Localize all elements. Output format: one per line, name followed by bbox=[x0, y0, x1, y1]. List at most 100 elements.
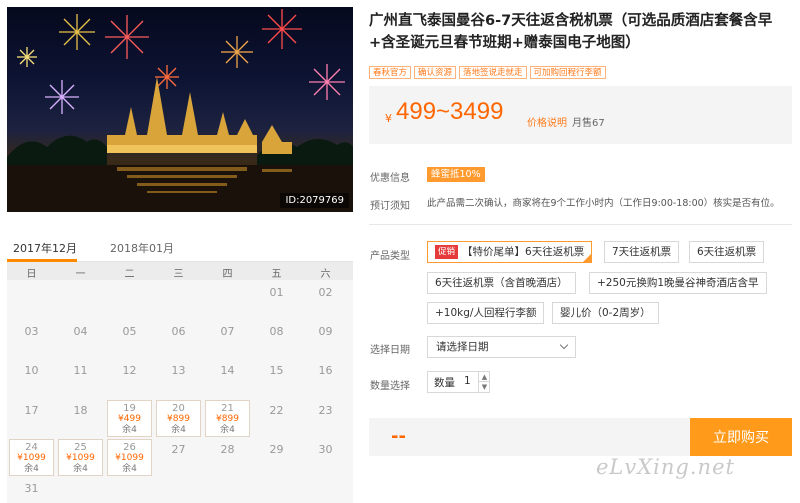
buy-now-button[interactable]: 立即购买 bbox=[690, 418, 792, 456]
calendar-day-number: 24 bbox=[25, 441, 38, 453]
tab-month-2017-12[interactable]: 2017年12月 bbox=[13, 240, 77, 256]
fireworks-temple-illustration bbox=[7, 9, 353, 212]
calendar-day: 08 bbox=[252, 321, 301, 359]
total-price: -- bbox=[391, 426, 406, 447]
calendar-day: 30 bbox=[301, 439, 350, 477]
calendar-day: 23 bbox=[301, 400, 350, 438]
calendar-day-number: 15 bbox=[269, 364, 284, 378]
product-type-label: 产品类型 bbox=[370, 251, 410, 262]
calendar-day: 06 bbox=[154, 321, 203, 359]
product-option-6day-hotel[interactable]: 6天往返机票（含首晚酒店） bbox=[427, 272, 576, 294]
calendar-day-number: 22 bbox=[269, 403, 284, 417]
calendar-day: 17 bbox=[7, 400, 56, 438]
product-option-hotel-upgrade[interactable]: +250元换购1晚曼谷神奇酒店含早 bbox=[589, 272, 767, 294]
promo-badge: 蜂蜜抵10% bbox=[427, 167, 485, 182]
divider bbox=[369, 224, 792, 225]
tag-extra-baggage: 可加购回程行李额 bbox=[529, 66, 606, 79]
calendar-day: 03 bbox=[7, 321, 56, 359]
calendar-day-number: 17 bbox=[24, 403, 39, 417]
product-option-label: +10kg/人回程行李额 bbox=[435, 307, 537, 319]
calendar-day-number: 04 bbox=[73, 325, 88, 339]
product-option-label: 6天往返机票 bbox=[697, 246, 757, 258]
product-option-baggage[interactable]: +10kg/人回程行李额 bbox=[427, 302, 545, 324]
calendar-day: 01 bbox=[252, 282, 301, 320]
calendar-day-number: 31 bbox=[24, 482, 39, 495]
calendar-day-number: 18 bbox=[73, 403, 88, 417]
product-option-label: 7天往返机票 bbox=[612, 246, 672, 258]
calendar-day-number: 20 bbox=[172, 402, 185, 414]
calendar-day-number: 16 bbox=[318, 364, 333, 378]
calendar-day-price: ¥899 bbox=[167, 413, 190, 424]
weekday-fri: 五 bbox=[271, 269, 282, 280]
calendar-day-number: 21 bbox=[221, 402, 234, 414]
date-select-placeholder: 请选择日期 bbox=[436, 341, 489, 353]
image-id-label: ID:2079769 bbox=[280, 193, 349, 208]
calendar-day-available[interactable]: 24 ¥1099 余4 bbox=[9, 438, 54, 476]
calendar-day-available[interactable]: 19 ¥499 余4 bbox=[107, 399, 152, 437]
calendar-day: 15 bbox=[252, 360, 301, 398]
calendar-day-number: 19 bbox=[123, 402, 136, 414]
calendar-weekday-header: 日 一 二 三 四 五 六 bbox=[7, 262, 353, 280]
calendar-day-stock: 余4 bbox=[24, 463, 39, 474]
calendar-day-number: 07 bbox=[220, 325, 235, 339]
calendar-day: 31 bbox=[7, 478, 56, 503]
product-option-infant[interactable]: 婴儿价（0-2周岁） bbox=[552, 302, 659, 324]
product-option-label: +250元换购1晚曼谷神奇酒店含早 bbox=[597, 277, 759, 289]
calendar-day: 27 bbox=[154, 439, 203, 477]
calendar-day-number: 11 bbox=[73, 364, 88, 378]
date-select-dropdown[interactable]: 请选择日期 bbox=[427, 336, 576, 358]
calendar-day-number: 14 bbox=[220, 364, 235, 378]
calendar-day-number: 10 bbox=[24, 364, 39, 378]
product-option-label: 6天往返机票（含首晚酒店） bbox=[435, 277, 568, 289]
weekday-wed: 三 bbox=[173, 269, 184, 280]
calendar-day: 09 bbox=[301, 321, 350, 359]
calendar-day: 16 bbox=[301, 360, 350, 398]
tab-month-2018-01[interactable]: 2018年01月 bbox=[110, 240, 174, 256]
calendar-day-stock: 余4 bbox=[220, 424, 235, 435]
price-explanation-link[interactable]: 价格说明 bbox=[527, 114, 567, 129]
quantity-value[interactable]: 1 bbox=[464, 375, 471, 387]
tag-spring-official: 春秋官方 bbox=[369, 66, 412, 79]
calendar-day-available[interactable]: 25 ¥1099 余4 bbox=[58, 438, 103, 476]
booking-notice-label: 预订须知 bbox=[370, 201, 410, 212]
weekday-mon: 一 bbox=[75, 269, 86, 280]
monthly-sales: 月售67 bbox=[572, 118, 605, 129]
product-tags: 春秋官方 确认资源 落地签说走就走 可加购回程行李额 bbox=[369, 64, 609, 79]
calendar-day-stock: 余4 bbox=[122, 463, 137, 474]
product-option-special-6day[interactable]: 促销 【特价尾单】6天往返机票 bbox=[427, 241, 593, 263]
calendar-day-price: ¥499 bbox=[118, 413, 141, 424]
calendar-day: 22 bbox=[252, 400, 301, 438]
calendar-day-number: 02 bbox=[318, 286, 333, 299]
product-option-7day[interactable]: 7天往返机票 bbox=[604, 241, 680, 263]
currency-symbol: ¥ bbox=[385, 112, 392, 125]
calendar-day: 14 bbox=[203, 360, 252, 398]
weekday-sat: 六 bbox=[320, 269, 331, 280]
calendar-day-number: 29 bbox=[269, 442, 284, 456]
quantity-stepper[interactable]: 数量 1 ▲ ▼ bbox=[427, 371, 490, 393]
product-hero-image[interactable]: ID:2079769 bbox=[7, 7, 353, 212]
calendar-day: 10 bbox=[7, 360, 56, 398]
tag-visa-on-arrival: 落地签说走就走 bbox=[459, 66, 527, 79]
calendar-day: 12 bbox=[105, 360, 154, 398]
price-range: 499~3499 bbox=[396, 98, 504, 125]
product-option-6day[interactable]: 6天往返机票 bbox=[689, 241, 765, 263]
calendar-day-price: ¥1099 bbox=[17, 452, 46, 463]
calendar-day-number: 13 bbox=[171, 364, 186, 378]
calendar-day-stock: 余4 bbox=[122, 424, 137, 435]
calendar-day-number: 01 bbox=[269, 286, 284, 299]
calendar-day-number: 03 bbox=[24, 325, 39, 339]
calendar-day-available[interactable]: 26 ¥1099 余4 bbox=[107, 438, 152, 476]
calendar-day-available[interactable]: 20 ¥899 余4 bbox=[156, 399, 201, 437]
calendar-day-number: 27 bbox=[171, 442, 186, 456]
quantity-decrease-icon[interactable]: ▼ bbox=[478, 382, 490, 392]
product-option-label: 婴儿价（0-2周岁） bbox=[560, 307, 651, 319]
calendar-day: 18 bbox=[56, 400, 105, 438]
quantity-increase-icon[interactable]: ▲ bbox=[478, 372, 490, 382]
calendar-day-available[interactable]: 21 ¥899 余4 bbox=[205, 399, 250, 437]
calendar-day-number: 26 bbox=[123, 441, 136, 453]
calendar-day-number: 05 bbox=[122, 325, 137, 339]
price-panel: ¥ 499~3499 价格说明 月售67 bbox=[369, 86, 792, 144]
weekday-thu: 四 bbox=[222, 269, 233, 280]
quantity-label: 数量选择 bbox=[370, 381, 410, 392]
calendar-day-number: 28 bbox=[220, 442, 235, 456]
